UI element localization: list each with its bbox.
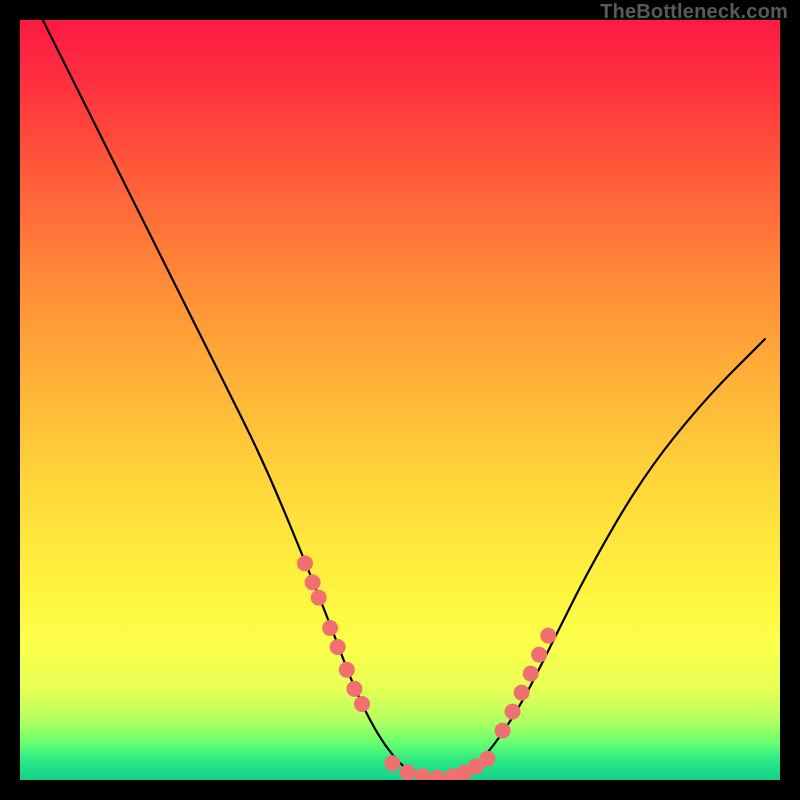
curve-marker xyxy=(339,662,355,678)
curve-marker xyxy=(415,768,431,780)
chart-plot-area xyxy=(20,20,780,780)
curve-marker xyxy=(495,723,511,739)
attribution-text: TheBottleneck.com xyxy=(600,1,788,24)
curve-marker xyxy=(505,704,521,720)
curve-marker xyxy=(297,555,313,571)
curve-marker xyxy=(430,770,446,780)
curve-marker xyxy=(305,574,321,590)
curve-marker xyxy=(311,590,327,606)
curve-marker xyxy=(523,666,539,682)
curve-marker xyxy=(384,755,400,771)
curve-markers xyxy=(297,555,556,780)
curve-marker xyxy=(400,764,416,780)
chart-svg xyxy=(20,20,780,780)
curve-marker xyxy=(540,628,556,644)
curve-marker xyxy=(514,685,530,701)
bottleneck-curve xyxy=(43,20,765,780)
chart-frame: TheBottleneck.com xyxy=(0,0,800,800)
curve-marker xyxy=(346,681,362,697)
curve-marker xyxy=(354,696,370,712)
curve-marker xyxy=(479,751,495,767)
curve-marker xyxy=(531,647,547,663)
curve-marker xyxy=(322,620,338,636)
curve-marker xyxy=(330,639,346,655)
